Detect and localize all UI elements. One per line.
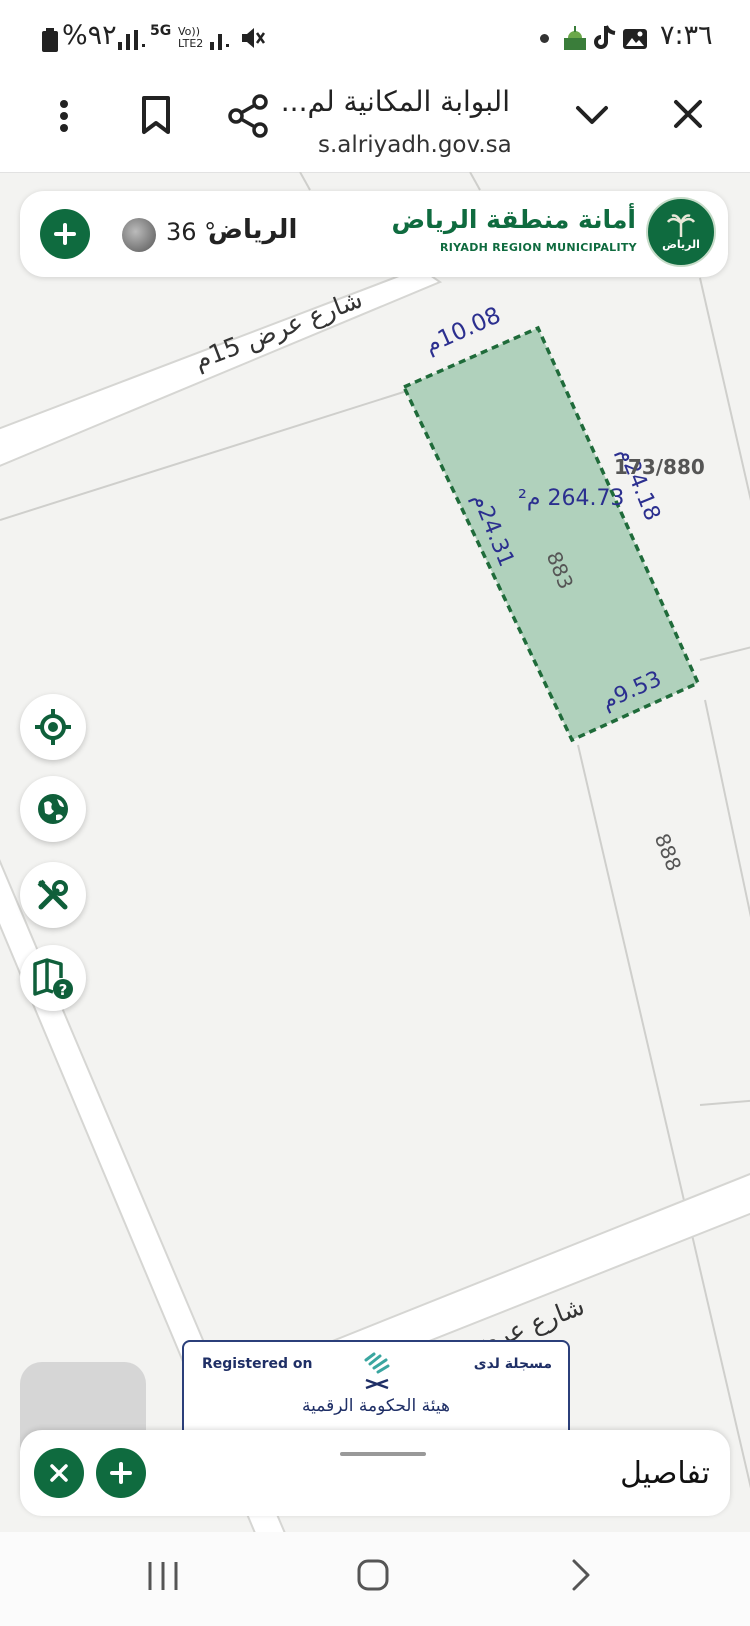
chevron-down-icon[interactable] xyxy=(572,100,612,130)
plus-icon xyxy=(54,223,76,245)
browser-toolbar: البوابة المكانية لم... s.alriyadh.gov.sa xyxy=(0,76,750,173)
map-canvas[interactable]: شارع عرض 15م شارع عرض 18م 10.08م 24.31م … xyxy=(0,172,750,1532)
neighbor-parcel-label: 173/880 xyxy=(614,455,705,479)
status-time: ٧:٣٦ xyxy=(660,20,713,51)
org-name-ar: أمانة منطقة الرياض xyxy=(391,205,637,234)
signal-icon-2 xyxy=(210,26,232,54)
svg-text:?: ? xyxy=(59,981,68,999)
palm-emblem-icon xyxy=(666,214,696,237)
tiktok-icon xyxy=(592,24,618,52)
page-url[interactable]: s.alriyadh.gov.sa xyxy=(318,132,512,158)
close-icon[interactable] xyxy=(670,96,706,132)
close-icon xyxy=(50,1464,68,1482)
drag-handle[interactable] xyxy=(340,1452,426,1456)
status-bar: ٧:٣٦ %٩٢ 5G Vo)) LTE2 xyxy=(0,0,750,76)
sheet-close-button[interactable] xyxy=(34,1448,84,1498)
gallery-icon xyxy=(622,28,648,50)
help-guide-button[interactable]: ? xyxy=(20,945,86,1011)
more-options-icon[interactable] xyxy=(40,96,80,136)
recent-apps-icon[interactable] xyxy=(146,1560,180,1596)
signal-icon xyxy=(118,26,148,54)
map-layer xyxy=(0,172,750,1532)
bookmark-icon[interactable] xyxy=(136,94,176,138)
mosque-icon xyxy=(562,24,588,52)
registration-badge: Registered on مسجلة لدى هيئة الحكومة الر… xyxy=(182,1340,570,1444)
dga-emblem-icon xyxy=(360,1350,394,1390)
system-nav-bar xyxy=(0,1532,750,1626)
city-name: الرياض xyxy=(208,215,298,245)
header-card: 36 ° الرياض أمانة منطقة الرياض RIYADH RE… xyxy=(20,191,728,277)
globe-icon xyxy=(38,794,68,824)
page-title[interactable]: البوابة المكانية لم... xyxy=(281,85,510,118)
logo-text: الرياض xyxy=(662,238,700,251)
notification-dot-icon xyxy=(540,34,549,43)
battery-icon xyxy=(42,28,58,52)
locate-me-button[interactable] xyxy=(20,694,86,760)
battery-percent: %٩٢ xyxy=(62,20,117,51)
mute-icon xyxy=(240,26,266,54)
parcel-area: 264.73 م² xyxy=(518,486,625,511)
header-add-button[interactable] xyxy=(40,209,90,259)
plus-icon xyxy=(110,1462,132,1484)
tools-button[interactable] xyxy=(20,862,86,928)
network-5g: 5G xyxy=(150,23,172,39)
registered-ar-label: مسجلة لدى xyxy=(473,1356,552,1372)
authority-name: هيئة الحكومة الرقمية xyxy=(302,1396,450,1416)
org-name-en: RIYADH REGION MUNICIPALITY xyxy=(440,241,637,254)
sheet-add-button[interactable] xyxy=(96,1448,146,1498)
network-lte: Vo)) LTE2 xyxy=(178,25,204,50)
back-icon[interactable] xyxy=(570,1558,594,1596)
basemap-button[interactable] xyxy=(20,776,86,842)
home-icon[interactable] xyxy=(356,1558,390,1596)
crosshair-icon xyxy=(35,709,71,745)
tools-icon xyxy=(37,879,68,910)
share-icon[interactable] xyxy=(226,94,270,138)
registered-on-label: Registered on xyxy=(202,1356,313,1372)
weather-moon-icon xyxy=(122,218,156,252)
book-help-icon: ? xyxy=(33,958,73,999)
details-bottom-sheet[interactable]: تفاصيل xyxy=(20,1430,730,1516)
riyadh-logo: الرياض xyxy=(646,197,716,267)
sheet-title: تفاصيل xyxy=(620,1456,710,1491)
